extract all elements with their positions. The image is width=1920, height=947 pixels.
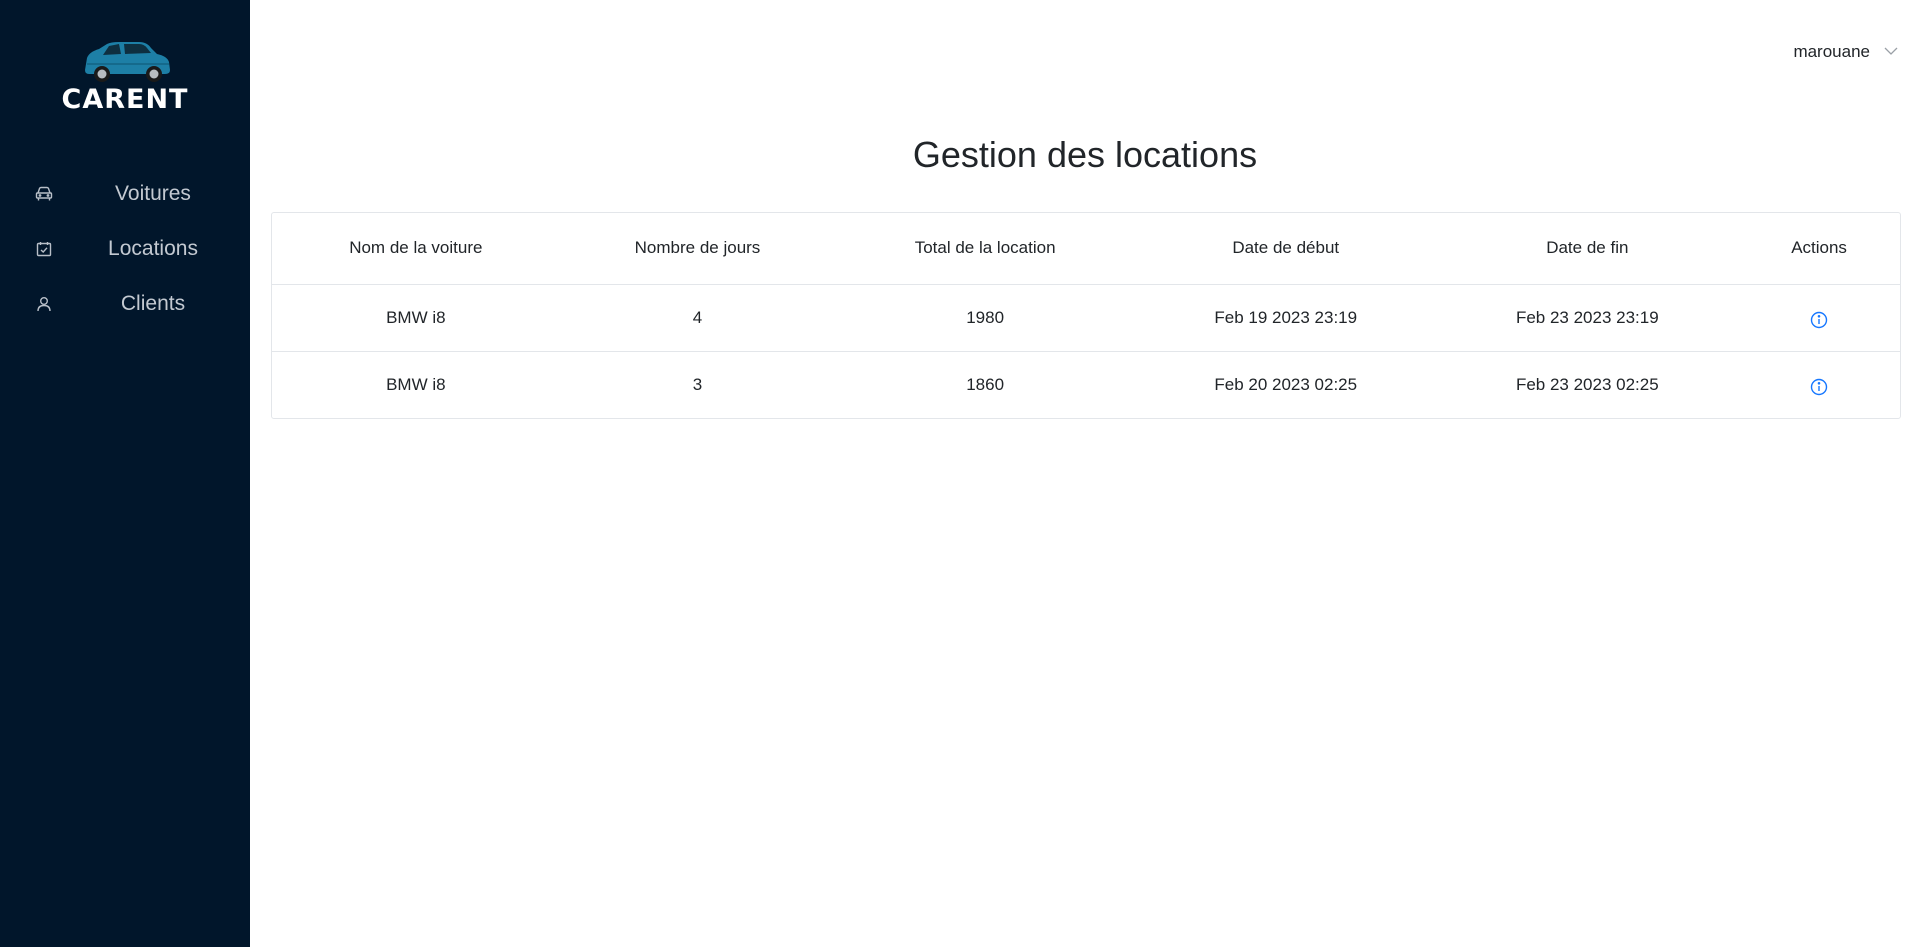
cell-car: BMW i8 (272, 350, 560, 418)
table-row: BMW i8 4 1980 Feb 19 2023 23:19 Feb 23 2… (272, 283, 1900, 351)
sidebar-item-clients[interactable]: Clients (0, 276, 250, 331)
column-header-total: Total de la location (914, 238, 1056, 258)
cell-car: BMW i8 (272, 283, 560, 351)
cell-start-date: Feb 20 2023 02:25 (1134, 350, 1437, 418)
chevron-down-icon (1884, 43, 1898, 61)
sidebar: CARENT Voitures Locations Clients (0, 0, 250, 947)
cell-end-date: Feb 23 2023 23:19 (1436, 283, 1739, 351)
table-row: BMW i8 3 1860 Feb 20 2023 02:25 Feb 23 2… (272, 350, 1900, 418)
sidebar-item-label: Voitures (115, 181, 191, 205)
car-icon (34, 184, 54, 204)
cell-days: 4 (559, 283, 836, 351)
logo[interactable]: CARENT (0, 40, 250, 115)
car-logo-icon (85, 42, 170, 82)
cell-total: 1980 (835, 283, 1135, 351)
info-circle-icon[interactable] (1809, 310, 1829, 330)
table-header-row: Nom de la voiture Nombre de jours Total … (272, 213, 1900, 284)
sidebar-item-locations[interactable]: Locations (0, 221, 250, 276)
sidebar-item-label: Locations (108, 236, 198, 260)
sidebar-nav: Voitures Locations Clients (0, 166, 250, 331)
logo-text: CARENT (61, 84, 189, 115)
column-header-car: Nom de la voiture (349, 238, 483, 258)
rentals-table: Nom de la voiture Nombre de jours Total … (271, 212, 1901, 419)
sidebar-item-label: Clients (120, 291, 186, 315)
cell-end-date: Feb 23 2023 02:25 (1436, 350, 1739, 418)
info-circle-icon[interactable] (1809, 377, 1829, 397)
user-name: marouane (1793, 42, 1870, 61)
calendar-check-icon (34, 239, 54, 259)
column-header-actions: Actions (1791, 238, 1847, 258)
cell-start-date: Feb 19 2023 23:19 (1134, 283, 1437, 351)
user-icon (34, 294, 54, 314)
cell-actions (1738, 283, 1900, 351)
cell-days: 3 (559, 350, 836, 418)
page-title: Gestion des locations (912, 134, 1258, 175)
column-header-days: Nombre de jours (634, 238, 761, 258)
column-header-start-date: Date de début (1232, 238, 1340, 258)
cell-total: 1860 (835, 350, 1135, 418)
sidebar-item-voitures[interactable]: Voitures (0, 166, 250, 221)
main-content: marouane Gestion des locations Nom de la… (250, 0, 1920, 947)
cell-actions (1738, 350, 1900, 418)
user-menu[interactable]: marouane (1793, 42, 1898, 62)
column-header-end-date: Date de fin (1546, 238, 1629, 258)
